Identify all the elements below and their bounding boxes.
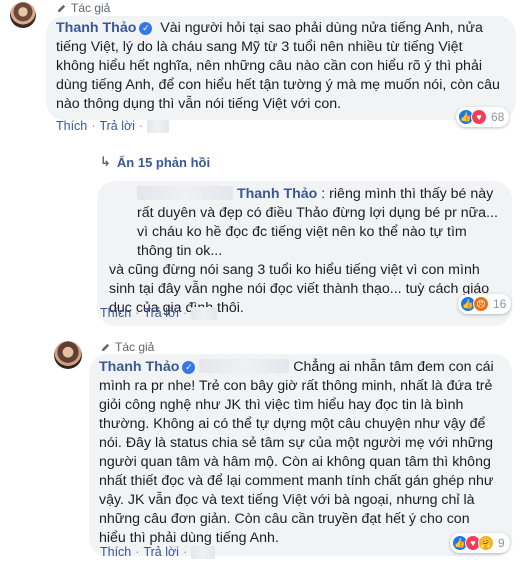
- reaction-summary[interactable]: 👍 ♥ 68: [456, 107, 510, 127]
- reaction-summary[interactable]: 👍 ♥ 🤗 9: [450, 533, 510, 553]
- separator: ·: [182, 545, 188, 559]
- separator: ·: [182, 306, 188, 320]
- timestamp[interactable]: [191, 545, 216, 559]
- commenter-name-blurred[interactable]: [137, 186, 233, 200]
- comment-bubble: Thanh Thảo ✓ Chẳng ai nhẫn tâm đem con cá…: [89, 354, 512, 556]
- comment-bubble: Thanh Thảo ✓ Vài người hỏi tại sao phải d…: [46, 16, 516, 120]
- reply-button[interactable]: Trả lời: [143, 306, 179, 320]
- avatar[interactable]: [10, 2, 36, 28]
- timestamp[interactable]: [147, 119, 170, 133]
- comment-bubble: Thanh Thảo : riêng mình thì thấy bé này …: [97, 181, 512, 326]
- comment-actions: Thích · Trả lời ·: [56, 119, 170, 133]
- mentioned-name-blurred[interactable]: [199, 359, 290, 373]
- comment-actions: Thích · Trả lời ·: [100, 306, 218, 320]
- verified-badge-icon: ✓: [182, 361, 196, 374]
- mention[interactable]: Thanh Thảo: [237, 186, 317, 202]
- hide-replies-toggle[interactable]: ↳ Ẩn 15 phản hồi: [100, 154, 210, 170]
- pen-icon: [101, 343, 110, 351]
- reply-button[interactable]: Trả lời: [99, 119, 135, 133]
- reply-arrow-icon: ↳: [100, 154, 111, 169]
- like-button[interactable]: Thích: [56, 119, 87, 133]
- comment-actions: Thích · Trả lời ·: [100, 545, 216, 559]
- comment-text: Chẳng ai nhẫn tâm đem con cái mình ra pr…: [99, 359, 494, 546]
- separator: ·: [138, 119, 144, 133]
- reaction-summary[interactable]: 👍 😠 16: [458, 294, 512, 314]
- separator: ·: [91, 119, 96, 133]
- separator: ·: [135, 545, 140, 559]
- angry-reaction-icon: 😠: [473, 296, 489, 312]
- separator: ·: [135, 306, 140, 320]
- author-badge: Tác giả: [100, 340, 154, 354]
- like-button[interactable]: Thích: [100, 306, 131, 320]
- author-badge: Tác giả: [56, 1, 110, 15]
- love-reaction-icon: ♥: [471, 109, 487, 125]
- comment-author[interactable]: Thanh Thảo: [56, 20, 136, 36]
- comment-author[interactable]: Thanh Thảo: [99, 359, 179, 375]
- care-reaction-icon: 🤗: [478, 535, 494, 551]
- reply-button[interactable]: Trả lời: [143, 545, 179, 559]
- like-button[interactable]: Thích: [100, 545, 131, 559]
- verified-badge-icon: ✓: [139, 22, 153, 35]
- timestamp[interactable]: [191, 306, 218, 320]
- avatar[interactable]: [54, 341, 82, 369]
- pen-icon: [57, 4, 66, 12]
